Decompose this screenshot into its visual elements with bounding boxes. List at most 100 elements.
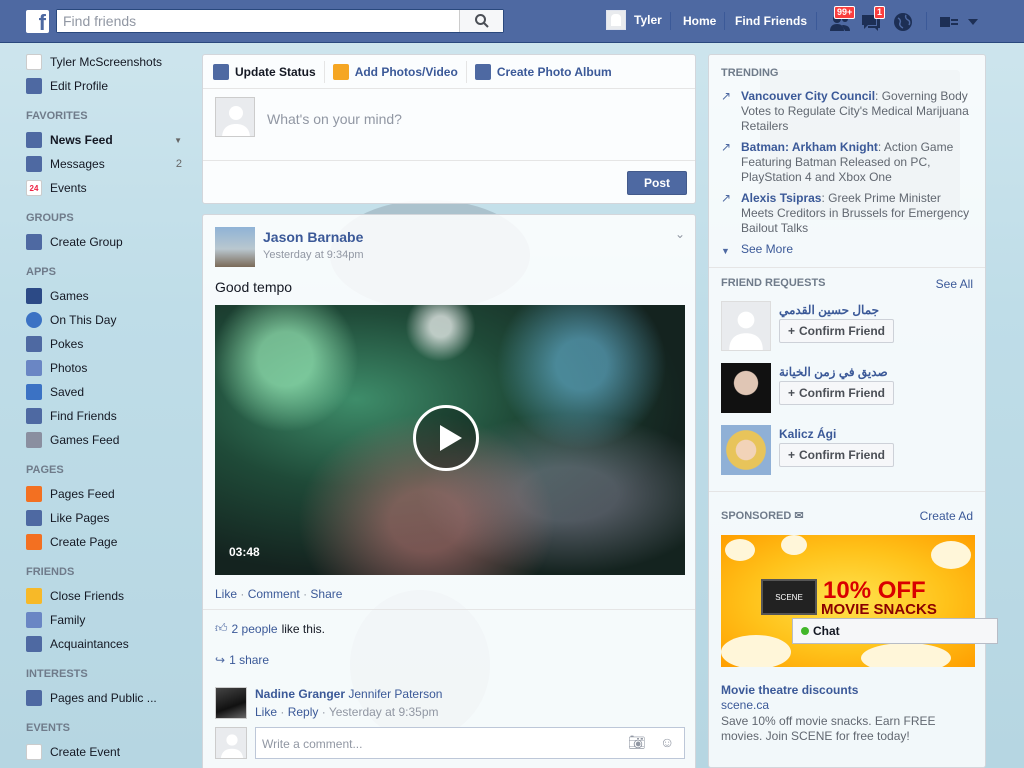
comment-mention[interactable]: Jennifer Paterson [348, 687, 442, 701]
sidebar-item-pages-feed[interactable]: Pages Feed [18, 482, 190, 506]
chevron-down-icon [968, 19, 978, 25]
sidebar-item-create-event[interactable]: Create Event [18, 740, 190, 764]
sidebar-item-label: Create Event [50, 745, 121, 759]
ad-image[interactable]: SCENE 10% OFF MOVIE SNACKS [721, 535, 975, 667]
sidebar-item-pages-and-public[interactable]: Pages and Public ... [18, 686, 190, 710]
comment-reply-link[interactable]: Reply [288, 705, 319, 719]
sidebar-item-events[interactable]: 24 Events [18, 176, 190, 200]
confirm-friend-button[interactable]: + Confirm Friend [779, 319, 895, 343]
confirm-friend-button[interactable]: + Confirm Friend [779, 381, 895, 405]
acquaintances-icon [26, 636, 42, 652]
see-more-link[interactable]: ▼ See More [721, 242, 971, 257]
shares-link[interactable]: 1 share [229, 653, 269, 667]
profile-name-link[interactable]: Tyler [634, 13, 662, 27]
avatar[interactable] [721, 425, 771, 475]
likers-link[interactable]: 2 people [232, 622, 278, 636]
friend-request-item: جمال حسين القدمي + Confirm Friend [721, 301, 981, 353]
sidebar-item-label: Close Friends [50, 589, 125, 603]
find-friends-link[interactable]: Find Friends [735, 14, 807, 28]
home-link[interactable]: Home [683, 14, 716, 28]
facebook-logo-icon[interactable]: f [26, 10, 49, 33]
sidebar-item-acquaintances[interactable]: Acquaintances [18, 632, 190, 656]
sidebar-item-on-this-day[interactable]: On This Day [18, 308, 190, 332]
trending-item[interactable]: ↗ Vancouver City Council: Governing Body… [721, 89, 971, 134]
sidebar-item-news-feed[interactable]: News Feed ▼ [18, 128, 190, 152]
sidebar-item-label: Edit Profile [50, 79, 109, 93]
share-link[interactable]: Share [310, 587, 342, 601]
tab-add-photos-video[interactable]: Add Photos/Video [332, 60, 467, 83]
avatar[interactable] [721, 363, 771, 413]
play-icon[interactable] [413, 405, 479, 471]
tab-create-photo-album[interactable]: Create Photo Album [474, 61, 620, 83]
account-menu-button[interactable] [966, 8, 992, 34]
search-input[interactable] [57, 10, 457, 32]
friend-request-name[interactable]: Kalicz Ági [779, 427, 836, 441]
story-timestamp[interactable]: Yesterday at 9:34pm [263, 249, 364, 261]
comment-input[interactable]: Write a comment... 📷︎ ☺ [255, 727, 685, 759]
online-status-icon [801, 627, 809, 635]
add-friend-icon: + [788, 324, 796, 338]
avatar [215, 727, 247, 759]
left-sidebar: Tyler McScreenshots Edit Profile FAVORIT… [18, 44, 190, 764]
sidebar-item-create-page[interactable]: Create Page [18, 530, 190, 554]
search-button[interactable] [459, 10, 503, 32]
ad-domain[interactable]: scene.ca [721, 698, 769, 712]
interests-list-icon [26, 690, 42, 706]
friend-request-name[interactable]: جمال حسين القدمي [779, 303, 879, 317]
trending-arrow-icon: ↗ [721, 140, 732, 154]
like-link[interactable]: Like [215, 587, 237, 601]
sidebar-item-create-group[interactable]: Create Group [18, 230, 190, 254]
caret-down-icon: ▼ [721, 246, 730, 256]
section-header-apps: APPS [26, 266, 56, 278]
section-header-interests: INTERESTS [26, 668, 88, 680]
sidebar-item-label: Pokes [50, 337, 84, 351]
trending-item[interactable]: ↗ Batman: Arkham Knight: Action Game Fea… [721, 140, 971, 185]
avatar[interactable] [721, 301, 771, 351]
video-player[interactable]: 03:48 [215, 305, 685, 575]
avatar[interactable] [215, 687, 247, 719]
scene-logo: SCENE [761, 579, 817, 615]
ad-title[interactable]: Movie theatre discounts [721, 683, 858, 697]
notifications-jewel[interactable] [892, 8, 918, 34]
sidebar-item-family[interactable]: Family [18, 608, 190, 632]
sidebar-item-close-friends[interactable]: Close Friends [18, 584, 190, 608]
create-ad-link[interactable]: Create Ad [920, 509, 973, 523]
comment-author[interactable]: Nadine Granger [255, 687, 345, 701]
tab-update-status[interactable]: Update Status [213, 60, 325, 83]
sidebar-item-profile[interactable]: Tyler McScreenshots [18, 50, 190, 74]
confirm-friend-button[interactable]: + Confirm Friend [779, 443, 895, 467]
avatar[interactable] [215, 227, 255, 267]
story-author[interactable]: Jason Barnabe [263, 229, 363, 245]
sidebar-item-edit-profile[interactable]: Edit Profile [18, 74, 190, 98]
sidebar-item-find-friends[interactable]: Find Friends [18, 404, 190, 428]
comment-timestamp[interactable]: Yesterday at 9:35pm [329, 705, 439, 719]
trending-item[interactable]: ↗ Alexis Tsipras: Greek Prime Minister M… [721, 191, 971, 236]
sidebar-item-label: Photos [50, 361, 88, 375]
sidebar-item-games-feed[interactable]: Games Feed [18, 428, 190, 452]
comment-link[interactable]: Comment [248, 587, 300, 601]
emoji-icon[interactable]: ☺ [660, 734, 674, 750]
chat-tab[interactable]: Chat [792, 618, 998, 644]
privacy-shortcuts-jewel[interactable] [938, 8, 964, 34]
confirm-friend-label: Confirm Friend [799, 324, 886, 338]
friend-request-name[interactable]: صديق في زمن الخيانة [779, 365, 888, 379]
sidebar-item-messages[interactable]: Messages 2 [18, 152, 190, 176]
chevron-down-icon[interactable]: ⌄ [675, 227, 685, 241]
camera-icon[interactable]: 📷︎ [628, 734, 646, 751]
section-header-pages: PAGES [26, 464, 64, 476]
sidebar-item-games[interactable]: Games [18, 284, 190, 308]
sidebar-item-label: News Feed [50, 133, 113, 147]
album-icon [474, 63, 491, 80]
sidebar-item-like-pages[interactable]: Like Pages [18, 506, 190, 530]
caret-down-icon[interactable]: ▼ [174, 136, 190, 145]
see-all-link[interactable]: See All [936, 277, 973, 291]
comment-like-link[interactable]: Like [255, 705, 277, 719]
sidebar-item-pokes[interactable]: Pokes [18, 332, 190, 356]
messages-jewel[interactable]: 1 [860, 6, 886, 34]
sidebar-item-photos[interactable]: Photos [18, 356, 190, 380]
status-input[interactable]: What's on your mind? [267, 111, 402, 127]
profile-link[interactable]: Tyler [606, 10, 662, 30]
friend-requests-jewel[interactable]: 99+ [828, 6, 856, 34]
sidebar-item-saved[interactable]: Saved [18, 380, 190, 404]
post-button[interactable]: Post [627, 171, 687, 195]
